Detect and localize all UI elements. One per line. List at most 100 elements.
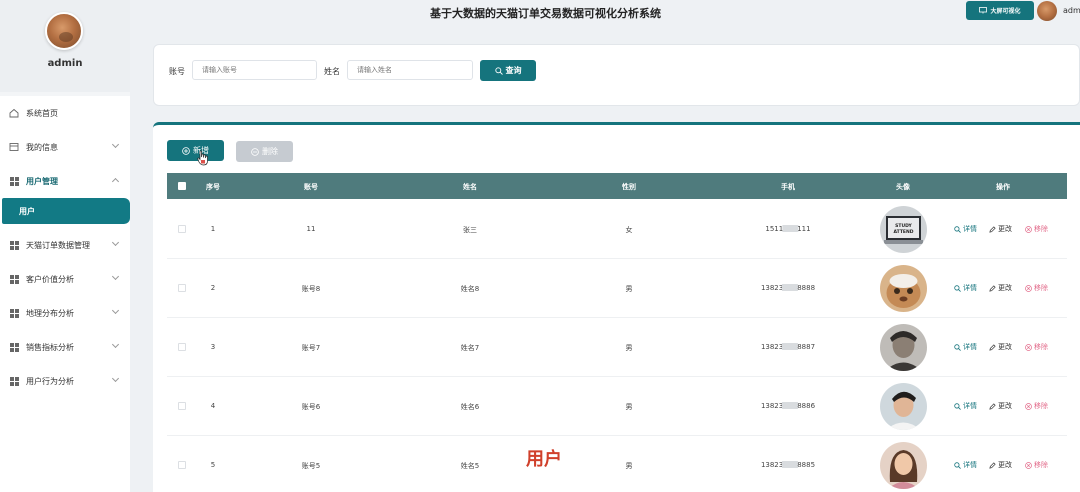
svg-text:ATTEND: ATTEND (894, 229, 914, 235)
phone-mask (782, 284, 799, 291)
pencil-icon (989, 343, 996, 351)
sidebar-item-customer-value[interactable]: 客户价值分析 (0, 262, 130, 296)
sidebar-item-label: 系统首页 (26, 108, 58, 118)
row-checkbox[interactable] (178, 225, 186, 233)
grid-icon (9, 342, 19, 352)
sidebar-item-label: 客户价值分析 (26, 274, 74, 284)
delete-button[interactable]: 删除 (236, 141, 293, 162)
sidebar-subitem-users[interactable]: 用户 (2, 198, 130, 224)
edit-label: 更改 (998, 225, 1012, 233)
column-header: 头像 (896, 183, 910, 191)
avatar (880, 442, 927, 489)
table-row: 2 账号8 姓名8 男 13823 8888 详情 更改 移除 (167, 259, 1067, 318)
chevron-down-icon (111, 374, 120, 383)
column-header: 性别 (622, 183, 636, 191)
remove-button[interactable]: 移除 (1025, 460, 1048, 470)
cell-no: 1 (210, 225, 216, 233)
chevron-down-icon (111, 140, 120, 149)
remove-button[interactable]: 移除 (1025, 224, 1048, 234)
column-header: 账号 (304, 183, 318, 191)
remove-label: 移除 (1034, 402, 1048, 410)
remove-button[interactable]: 移除 (1025, 342, 1048, 352)
hand-cursor-icon (197, 150, 208, 166)
search-icon (954, 284, 961, 292)
cell-gender: 男 (625, 344, 633, 352)
cell-phone: 1511 111 (765, 225, 811, 233)
name-input[interactable] (347, 60, 473, 80)
phone-mask (782, 402, 799, 409)
edit-label: 更改 (998, 402, 1012, 410)
table-row: 5 账号5 姓名5 男 13823 8885 详情 更改 移除 (167, 436, 1067, 492)
sidebar-item-behavior[interactable]: 用户行为分析 (0, 364, 130, 398)
row-checkbox[interactable] (178, 343, 186, 351)
delete-button-label: 删除 (262, 147, 278, 156)
remove-button[interactable]: 移除 (1025, 283, 1048, 293)
detail-button[interactable]: 详情 (954, 224, 977, 234)
user-avatar[interactable] (45, 12, 83, 50)
chevron-down-icon (111, 340, 120, 349)
close-circle-icon (1025, 225, 1032, 233)
cell-name: 姓名8 (460, 285, 480, 293)
account-input[interactable] (192, 60, 317, 80)
minus-circle-icon (251, 147, 259, 156)
header-avatar[interactable] (1037, 1, 1057, 21)
detail-button[interactable]: 详情 (954, 460, 977, 470)
search-panel: 账号 姓名 查询 (153, 44, 1080, 106)
chevron-down-icon (111, 306, 120, 315)
sidebar-item-sales[interactable]: 销售指标分析 (0, 330, 130, 364)
sidebar: admin 系统首页 我的信息 用户管理 用户 天猫订单数据管理 客户价值分析 … (0, 0, 130, 492)
phone-prefix: 13823 (760, 461, 784, 469)
pencil-icon (989, 225, 996, 233)
phone-mask (782, 225, 799, 232)
sidebar-item-label: 用户行为分析 (26, 376, 74, 386)
cell-no: 3 (210, 343, 216, 351)
add-button[interactable]: 新增 (167, 140, 224, 161)
cell-phone: 13823 8887 (761, 343, 815, 351)
search-button[interactable]: 查询 (480, 60, 536, 81)
select-all-checkbox[interactable] (178, 182, 186, 190)
grid-icon (9, 376, 19, 386)
cell-gender: 男 (625, 285, 633, 293)
sidebar-item-orders[interactable]: 天猫订单数据管理 (0, 228, 130, 262)
edit-button[interactable]: 更改 (989, 283, 1012, 293)
grid-icon (9, 274, 19, 284)
row-checkbox[interactable] (178, 461, 186, 469)
sidebar-item-label: 用户管理 (26, 176, 58, 186)
sidebar-item-home[interactable]: 系统首页 (0, 96, 130, 130)
edit-button[interactable]: 更改 (989, 401, 1012, 411)
header-username[interactable]: adm (1063, 6, 1080, 15)
cell-account: 账号5 (301, 462, 321, 470)
cell-gender: 男 (625, 403, 633, 411)
overlay-caption: 用户 (526, 449, 562, 470)
edit-button[interactable]: 更改 (989, 342, 1012, 352)
monitor-icon (979, 7, 988, 14)
table-header: 序号 账号 姓名 性别 手机 头像 操作 (167, 173, 1067, 199)
detail-button[interactable]: 详情 (954, 342, 977, 352)
sidebar-item-geo[interactable]: 地理分布分析 (0, 296, 130, 330)
detail-button[interactable]: 详情 (954, 283, 977, 293)
table-row: 3 账号7 姓名7 男 13823 8887 详情 更改 移除 (167, 318, 1067, 377)
sidebar-item-user-management[interactable]: 用户管理 (0, 164, 130, 198)
search-icon (954, 402, 961, 410)
cell-gender: 女 (625, 226, 633, 234)
detail-label: 详情 (963, 343, 977, 351)
phone-suffix: 8888 (797, 284, 816, 292)
grid-icon (9, 176, 19, 186)
remove-button[interactable]: 移除 (1025, 401, 1048, 411)
edit-button[interactable]: 更改 (989, 224, 1012, 234)
big-screen-button[interactable]: 大屏可视化 (966, 1, 1034, 20)
table-row: 4 账号6 姓名6 男 13823 8886 详情 更改 移除 (167, 377, 1067, 436)
sidebar-item-profile[interactable]: 我的信息 (0, 130, 130, 164)
cell-account: 账号7 (301, 344, 321, 352)
cell-account: 11 (306, 225, 316, 233)
row-checkbox[interactable] (178, 284, 186, 292)
row-checkbox[interactable] (178, 402, 186, 410)
edit-button[interactable]: 更改 (989, 460, 1012, 470)
close-circle-icon (1025, 402, 1032, 410)
detail-label: 详情 (963, 461, 977, 469)
detail-button[interactable]: 详情 (954, 401, 977, 411)
search-icon (954, 225, 961, 233)
column-header: 序号 (206, 183, 220, 191)
sidebar-username: admin (47, 58, 83, 69)
edit-label: 更改 (998, 461, 1012, 469)
